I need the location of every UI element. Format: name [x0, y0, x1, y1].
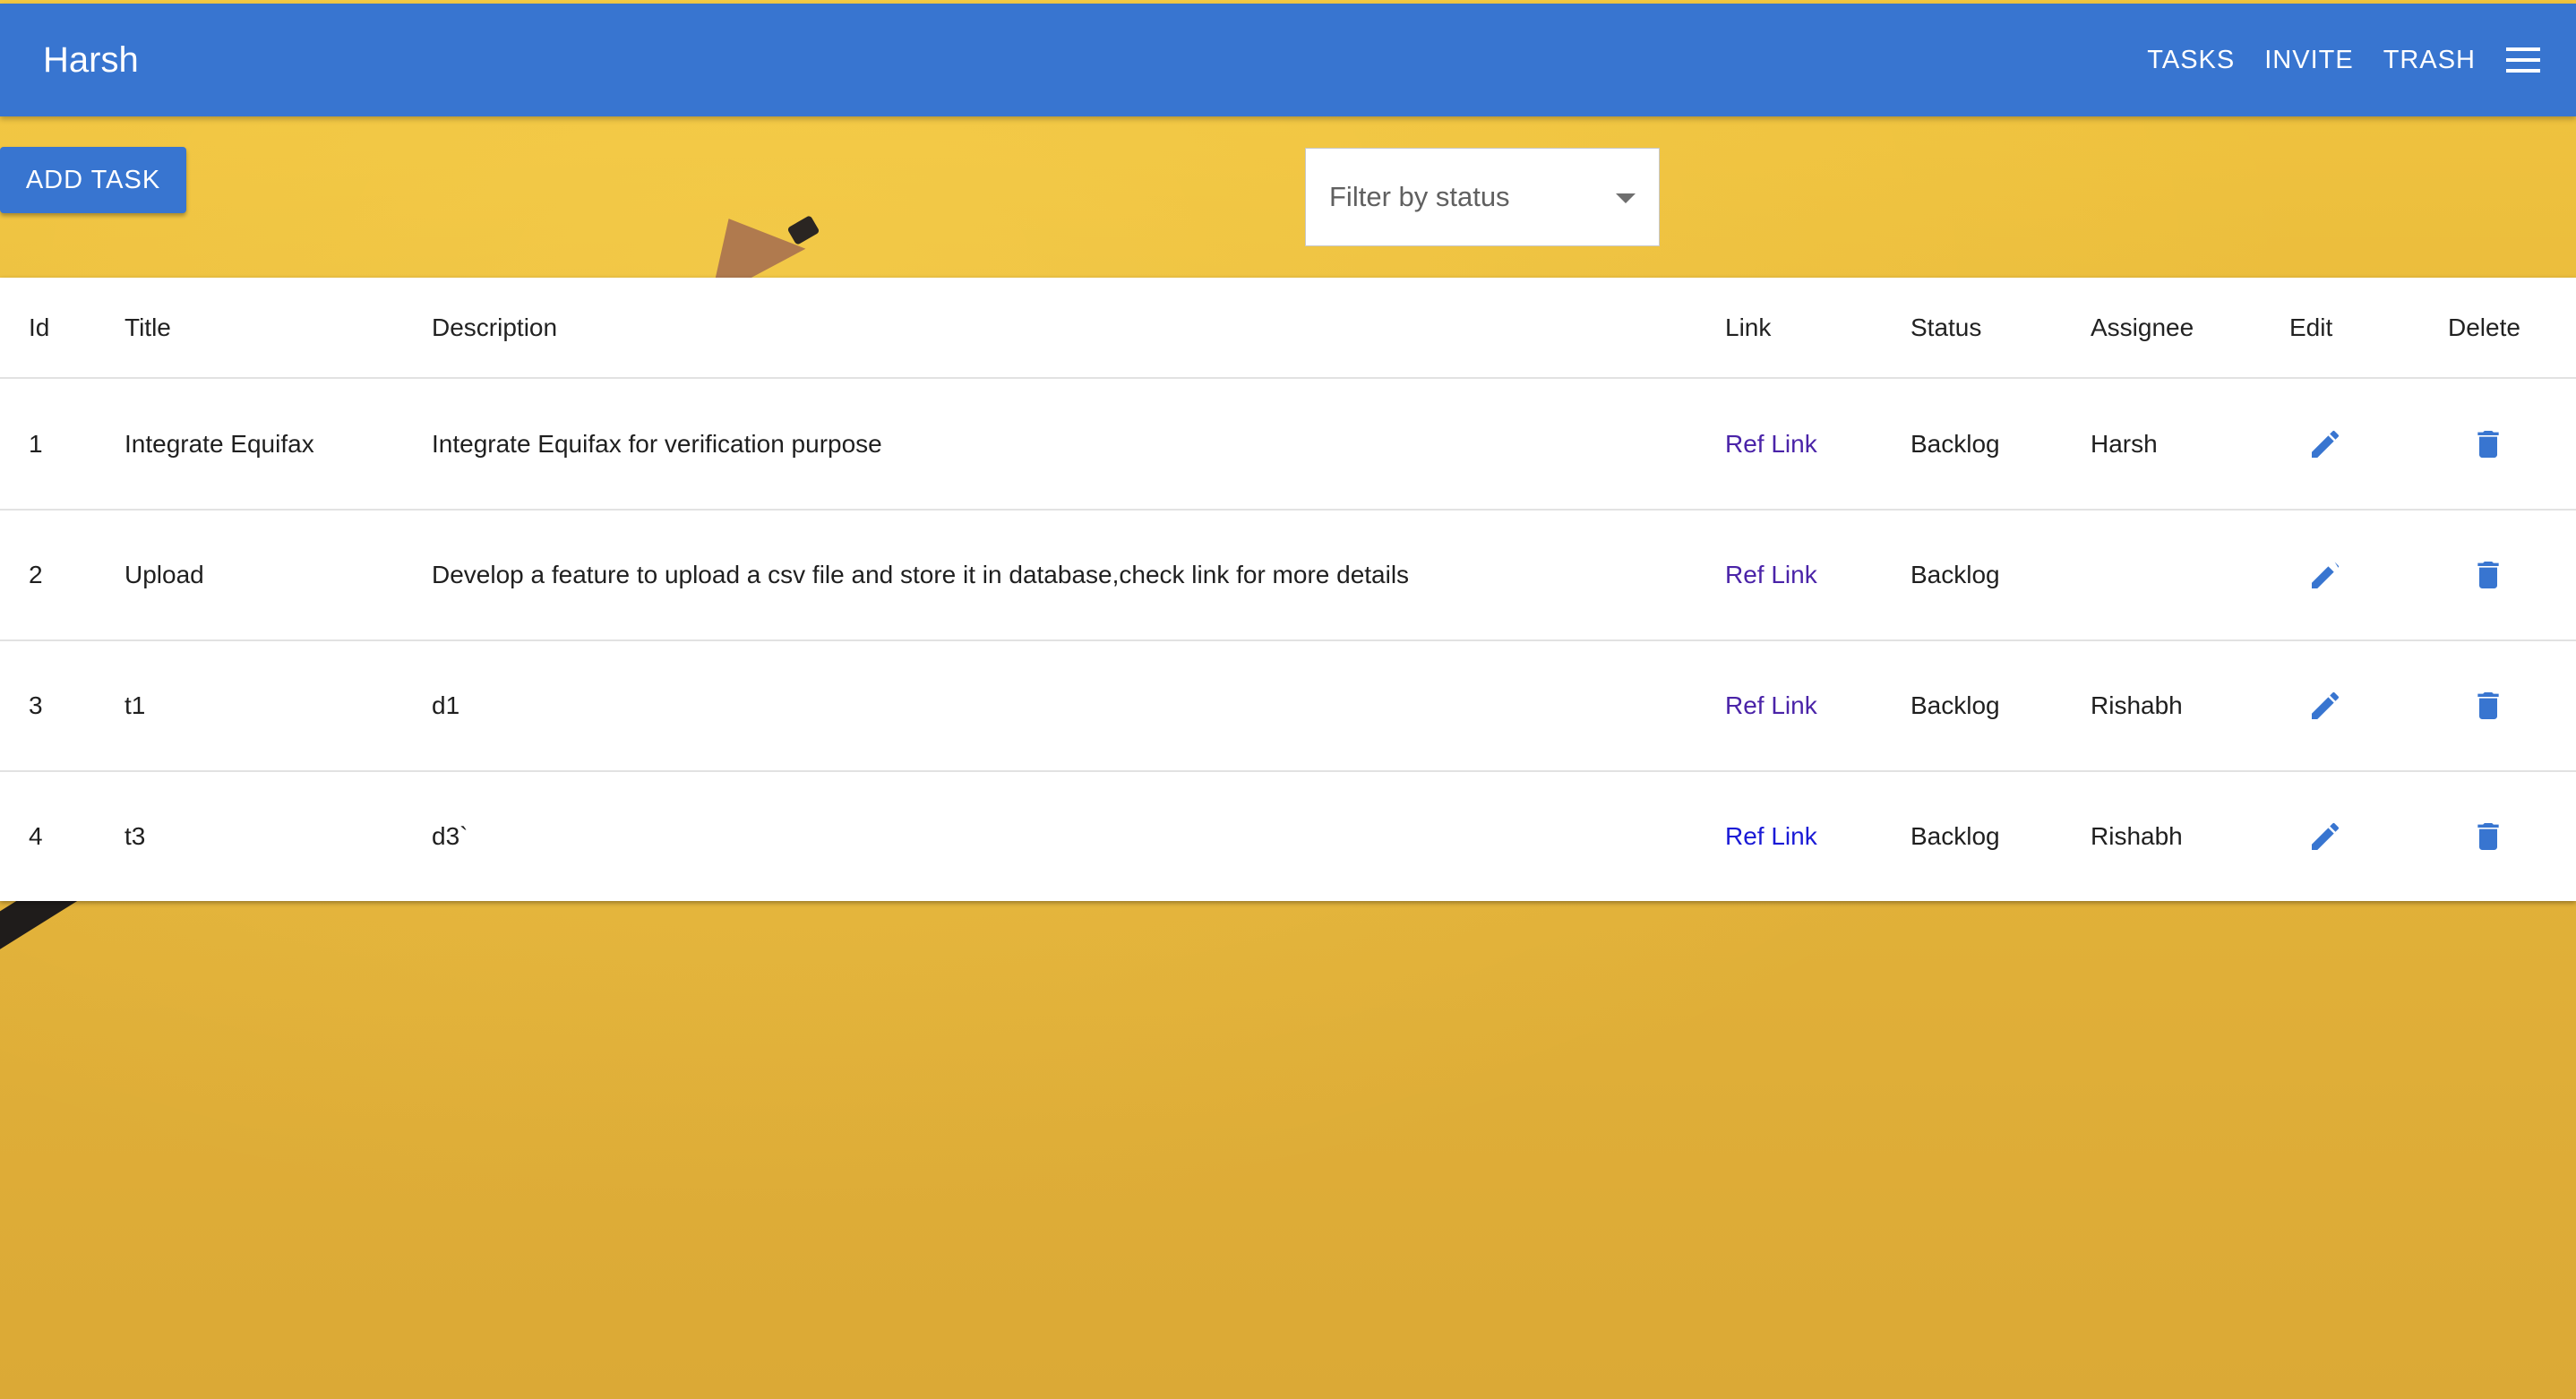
top-nav: TASKS INVITE TRASH — [2117, 4, 2540, 116]
column-header-link: Link — [1725, 313, 1772, 341]
cell-status: Backlog — [1911, 429, 2000, 458]
cell-description: d3` — [432, 822, 468, 850]
cell-description: d1 — [432, 691, 460, 719]
hamburger-menu-icon[interactable] — [2506, 47, 2540, 73]
column-header-assignee: Assignee — [2091, 313, 2194, 341]
pencil-icon[interactable] — [2306, 425, 2345, 464]
cell-description: Integrate Equifax for verification purpo… — [432, 429, 882, 458]
add-task-button[interactable]: ADD TASK — [0, 147, 186, 213]
cell-status: Backlog — [1911, 822, 2000, 850]
trash-icon[interactable] — [2469, 686, 2508, 725]
trash-icon[interactable] — [2469, 425, 2508, 464]
pencil-icon[interactable] — [2306, 817, 2345, 856]
column-header-delete: Delete — [2448, 313, 2520, 341]
nav-trash[interactable]: TRASH — [2383, 46, 2476, 75]
table-row: 4 t3 d3` Ref Link Backlog Rishabh — [0, 772, 2576, 901]
dropdown-arrow-icon — [1616, 193, 1636, 203]
ref-link[interactable]: Ref Link — [1725, 691, 1817, 720]
cell-assignee: Harsh — [2091, 429, 2158, 458]
nav-tasks[interactable]: TASKS — [2147, 46, 2235, 75]
status-filter-placeholder: Filter by status — [1329, 181, 1510, 212]
table-row: 1 Integrate Equifax Integrate Equifax fo… — [0, 379, 2576, 511]
cell-id: 2 — [29, 561, 43, 588]
nav-invite[interactable]: INVITE — [2264, 46, 2353, 75]
cell-id: 3 — [29, 691, 43, 719]
ref-link[interactable]: Ref Link — [1725, 561, 1817, 589]
column-header-edit: Edit — [2289, 313, 2333, 341]
cell-id: 4 — [29, 822, 43, 850]
ref-link[interactable]: Ref Link — [1725, 430, 1817, 459]
tasks-table: Id Title Description Link Status Assigne… — [0, 278, 2576, 901]
cell-title: Integrate Equifax — [125, 429, 314, 458]
cell-assignee: Rishabh — [2091, 822, 2183, 850]
column-header-id: Id — [29, 313, 50, 341]
column-header-status: Status — [1911, 313, 1982, 341]
brand-title: Harsh — [43, 40, 139, 80]
column-header-description: Description — [432, 313, 558, 341]
pencil-icon[interactable] — [2306, 555, 2345, 595]
cell-status: Backlog — [1911, 561, 2000, 588]
cell-title: t1 — [125, 691, 146, 719]
pencil-icon[interactable] — [2306, 686, 2345, 725]
table-row: 3 t1 d1 Ref Link Backlog Rishabh — [0, 641, 2576, 772]
ref-link[interactable]: Ref Link — [1725, 822, 1817, 851]
cell-assignee: Rishabh — [2091, 691, 2183, 719]
cell-status: Backlog — [1911, 691, 2000, 719]
cell-description: Develop a feature to upload a csv file a… — [432, 561, 1410, 588]
table-row: 2 Upload Develop a feature to upload a c… — [0, 511, 2576, 641]
column-header-title: Title — [125, 313, 171, 341]
cell-title: t3 — [125, 822, 146, 850]
cell-title: Upload — [125, 561, 204, 588]
status-filter-select[interactable]: Filter by status — [1305, 148, 1660, 246]
trash-icon[interactable] — [2469, 555, 2508, 595]
cell-id: 1 — [29, 429, 43, 458]
trash-icon[interactable] — [2469, 817, 2508, 856]
table-header-row: Id Title Description Link Status Assigne… — [0, 278, 2576, 379]
app-bar: Harsh TASKS INVITE TRASH — [0, 4, 2576, 116]
